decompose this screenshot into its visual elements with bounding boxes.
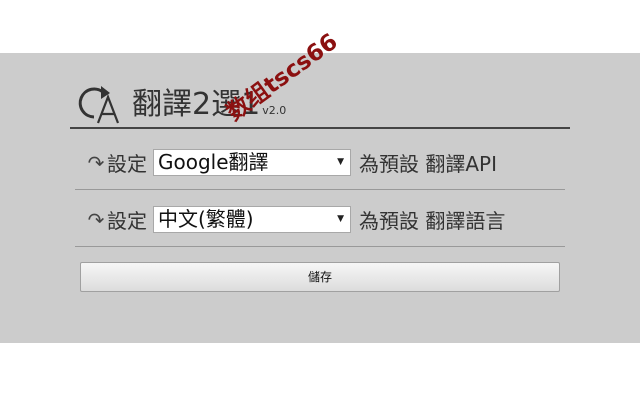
header: 翻譯2選1 v2.0 数组tscs66 — [70, 29, 570, 129]
api-setting-row: ↷ 設定 Google翻譯 ▼ 為預設 翻譯API — [75, 133, 565, 190]
options-panel: 翻譯2選1 v2.0 数组tscs66 ↷ 設定 Google翻譯 ▼ 為預設 翻… — [0, 29, 640, 343]
redo-arrow-icon: ↷ — [87, 207, 105, 232]
language-setting-row: ↷ 設定 中文(繁體) ▼ 為預設 翻譯語言 — [75, 190, 565, 247]
language-default-label: 為預設 翻譯語言 — [359, 209, 506, 233]
set-label: 設定 — [107, 209, 147, 233]
chevron-down-icon: ▼ — [337, 214, 344, 224]
app-version: v2.0 — [262, 104, 287, 117]
app-title: 翻譯2選1 v2.0 — [132, 87, 286, 129]
redo-arrow-icon: ↷ — [87, 150, 105, 175]
set-label: 設定 — [107, 152, 147, 176]
translate-api-selected-value: Google翻譯 — [158, 150, 269, 174]
save-button[interactable]: 儲存 — [80, 262, 560, 292]
translate-language-select[interactable]: 中文(繁體) ▼ — [153, 206, 351, 233]
translate-api-select[interactable]: Google翻譯 ▼ — [153, 149, 351, 176]
app-title-text: 翻譯2選1 — [132, 87, 261, 122]
app-logo-icon — [78, 86, 120, 124]
chevron-down-icon: ▼ — [337, 157, 344, 167]
api-default-label: 為預設 翻譯API — [359, 152, 497, 176]
translate-language-selected-value: 中文(繁體) — [158, 207, 254, 231]
